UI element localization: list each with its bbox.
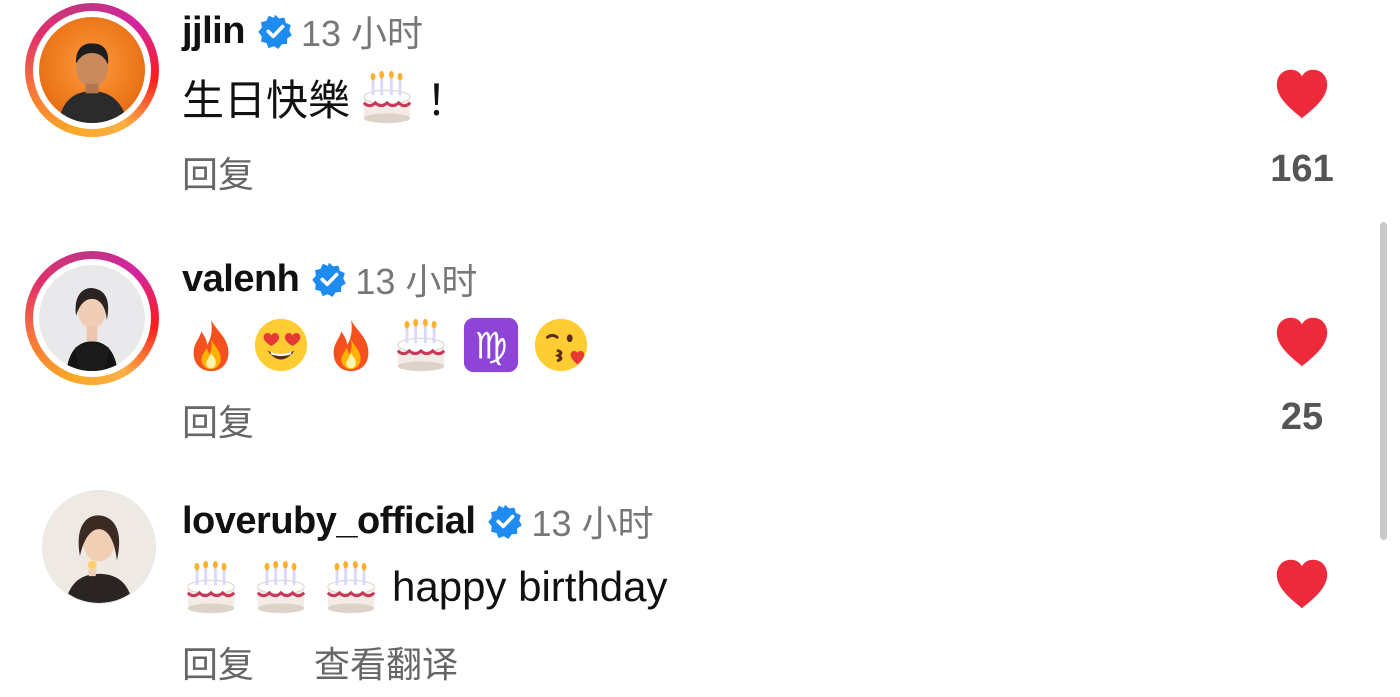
avatar-image [39,265,145,371]
like-column: 25 [1262,314,1342,454]
comment-text-content: happy birthday [392,563,668,610]
scrollbar[interactable] [1380,222,1387,540]
like-count: 161 [1270,148,1334,190]
reply-button[interactable]: 回复 [182,146,254,198]
verified-badge-icon [311,261,347,297]
fire-icon [322,316,380,374]
heart-icon[interactable] [1274,556,1330,612]
avatar[interactable] [42,490,156,604]
kissing-heart-icon [532,316,590,374]
heart-icon[interactable] [1274,314,1330,370]
comments-list: jjlin 13 小时 生日快樂 ！ 回复 161 valenh 13 小时 ♍… [0,0,1400,697]
comment-header: valenh 13 小时 [182,254,477,304]
avatar-story-ring[interactable] [25,3,159,137]
reply-button[interactable]: 回复 [182,394,254,446]
birthday-cake-icon [322,558,380,616]
comment-text-content: 生日快樂 [182,76,351,124]
comment-timestamp: 13 小时 [300,13,423,54]
heart-icon[interactable] [1274,66,1330,122]
comment-actions: 回复 [182,148,254,196]
like-count: 25 [1280,396,1324,438]
comment-text: 生日快樂 ！ [182,66,468,128]
comment-header: loveruby_official 13 小时 [182,496,654,546]
reply-button[interactable]: 回复 [182,636,254,688]
avatar-story-ring[interactable] [25,251,159,385]
verified-badge-icon [487,503,523,539]
comment-actions: 回复 查看翻译 [182,638,458,686]
username[interactable]: loveruby_official [182,500,476,543]
fire-icon [182,316,240,374]
birthday-cake-icon [358,68,416,126]
see-translation-button[interactable]: 查看翻译 [314,636,458,688]
comment-timestamp: 13 小时 [355,261,478,302]
comment-text-suffix: ！ [426,76,469,124]
comment-header: jjlin 13 小时 [182,6,423,56]
verified-badge-icon [257,13,293,49]
username[interactable]: jjlin [182,10,245,53]
virgo-icon: ♍ [462,316,520,374]
username[interactable]: valenh [182,258,300,301]
avatar-image [43,491,155,603]
avatar[interactable] [39,17,145,123]
heart-eyes-icon [252,316,310,374]
birthday-cake-icon [182,558,240,616]
birthday-cake-icon [392,316,450,374]
svg-text:♍: ♍ [475,325,508,368]
comment-actions: 回复 [182,396,254,444]
like-column [1262,556,1342,696]
like-column: 161 [1262,66,1342,206]
comment-text: ♍ [182,314,602,376]
birthday-cake-icon [252,558,310,616]
avatar[interactable] [39,265,145,371]
avatar-image [39,17,145,123]
comment-timestamp: 13 小时 [531,503,654,544]
comment-text: happy birthday [182,556,668,618]
